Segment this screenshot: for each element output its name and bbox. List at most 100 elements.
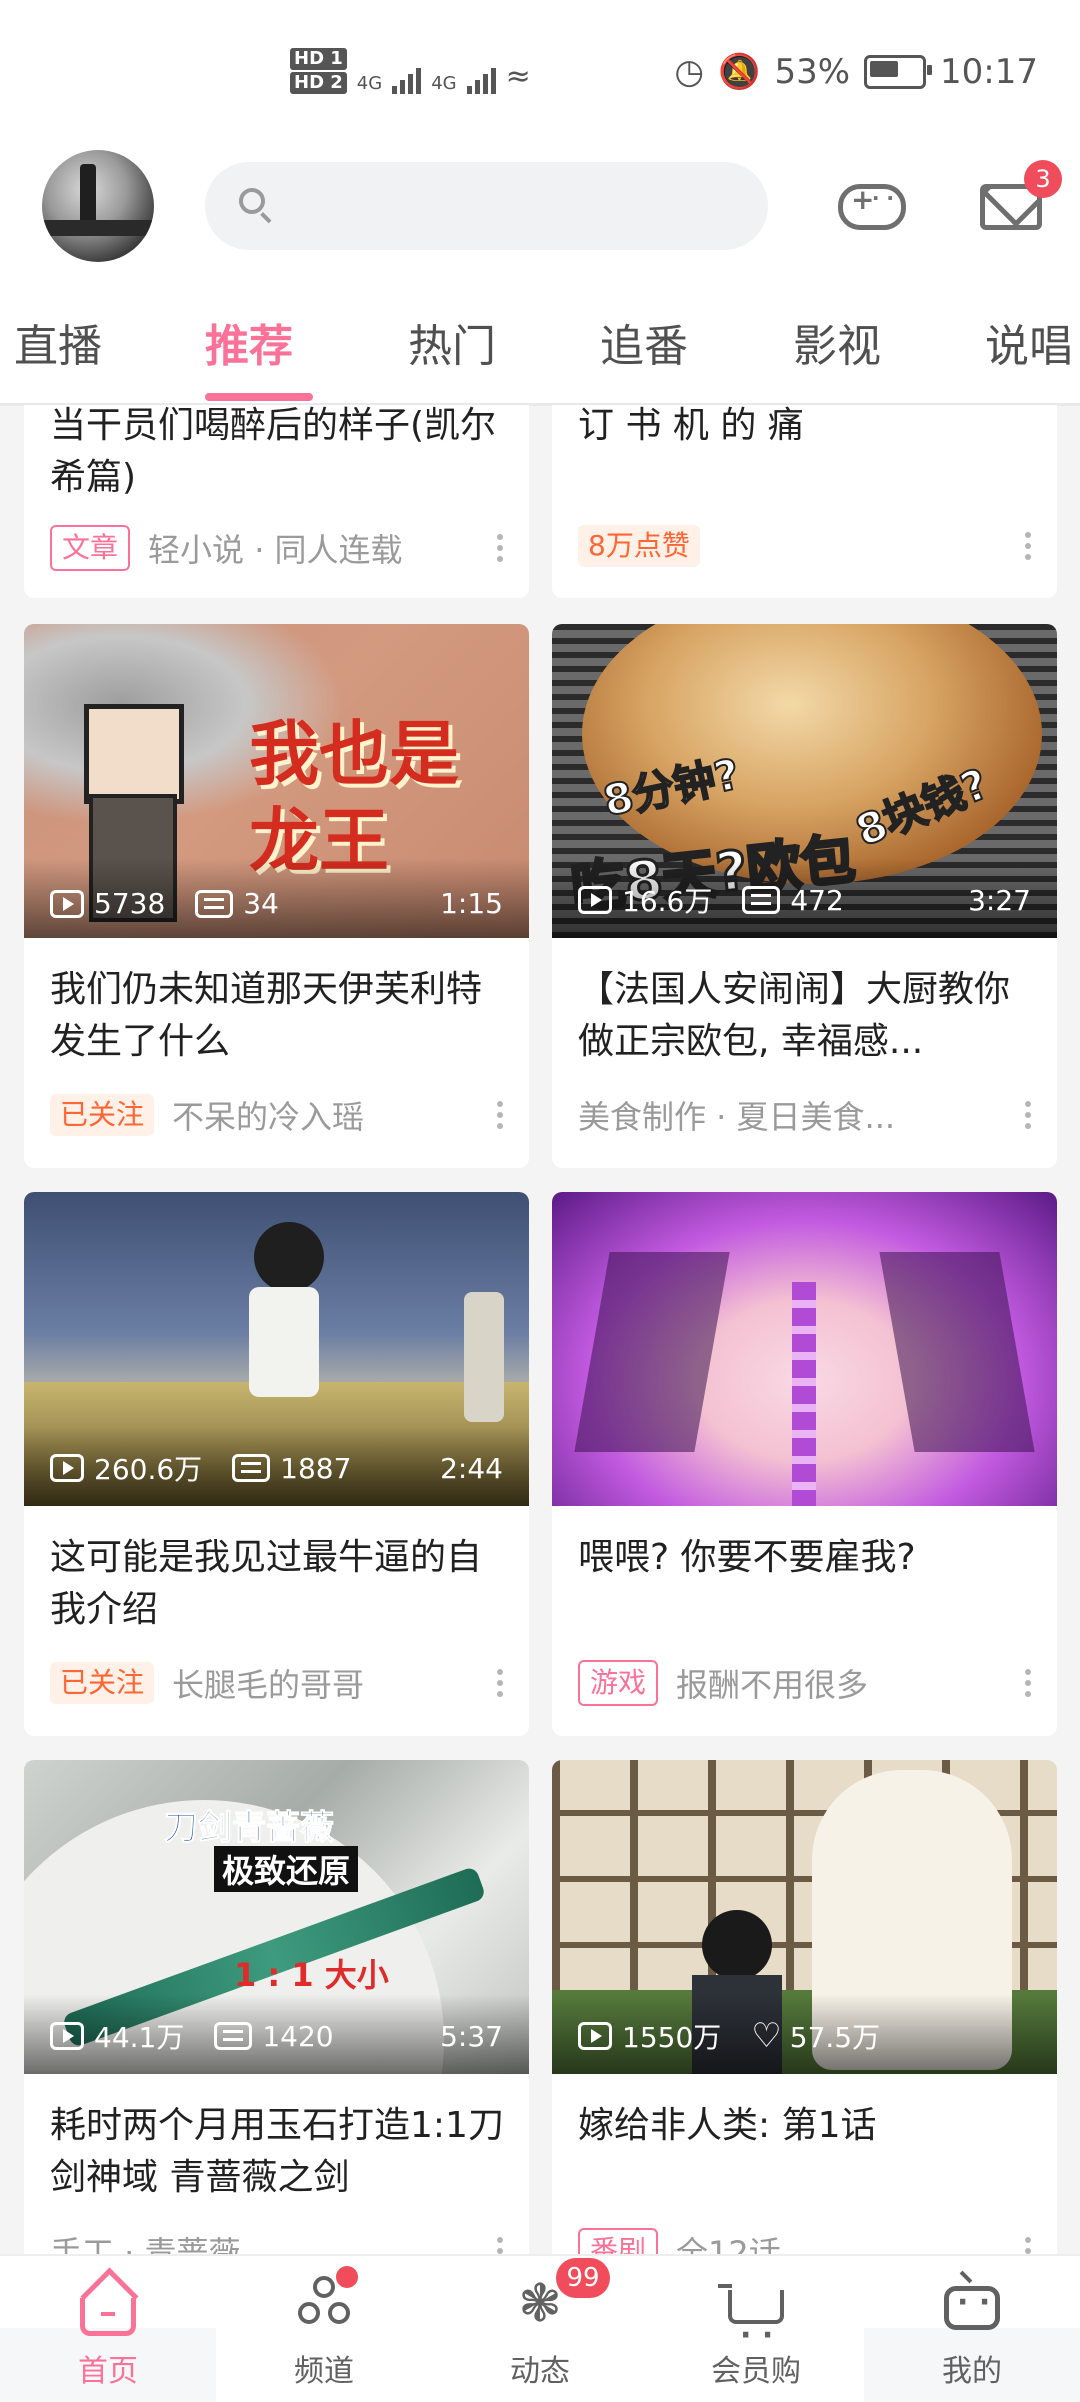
alarm-icon: ◷: [674, 52, 705, 92]
status-bar: HD 1 HD 2 4G 4G ≈ ◷ 🔕 53% 10:17: [0, 0, 1080, 150]
nav-dynamic[interactable]: ❃ 动态: [432, 2256, 648, 2402]
gamepad-icon[interactable]: [838, 183, 906, 230]
play-count-icon: [50, 889, 84, 918]
danmaku-count: 1887: [280, 1451, 352, 1485]
likes-tag: 8万点赞: [578, 525, 700, 567]
video-duration: 5:37: [440, 2019, 503, 2053]
app-header: 3 直播 推荐 热门 追番 影视 说唱: [0, 150, 1080, 405]
card-meta: 美食制作 · 夏日美食...: [578, 1092, 1031, 1138]
video-stats: 44.1万 1420 5:37: [50, 2016, 503, 2056]
nav-home-label: 首页: [78, 2354, 138, 2389]
view-count: 5738: [94, 887, 166, 920]
tab-rap[interactable]: 说唱: [985, 310, 1073, 374]
tab-hot[interactable]: 热门: [408, 310, 496, 374]
danmaku-icon: [232, 1454, 271, 1482]
video-thumbnail: 刀剑青蔷薇 极致还原 1 : 1 大小 44.1万 1420 5:37: [24, 1760, 529, 2074]
nav-vip-shop[interactable]: 会员购: [648, 2256, 864, 2402]
card-title: 【法国人安闹闹】大厨教你做正宗欧包, 幸福感...: [578, 969, 1011, 1062]
tab-live[interactable]: 直播: [14, 310, 102, 374]
play-count-icon: [578, 886, 612, 914]
network-type-2: 4G: [431, 73, 457, 94]
nav-mine-label: 我的: [942, 2354, 1002, 2389]
nav-home[interactable]: 首页: [0, 2256, 216, 2402]
video-card[interactable]: 刀剑青蔷薇 极致还原 1 : 1 大小 44.1万 1420 5:37 耗时两个…: [24, 1760, 529, 2280]
signal-icon: [466, 68, 496, 94]
dynamic-badge: 99: [556, 2258, 610, 2298]
tab-anime[interactable]: 追番: [600, 310, 688, 374]
card-title: 这可能是我见过最牛逼的自我介绍: [50, 1537, 483, 1630]
more-options-icon[interactable]: [497, 1669, 503, 1697]
nav-channels-label: 频道: [294, 2354, 354, 2389]
type-tag: 文章: [50, 525, 131, 571]
video-card[interactable]: 8分钟? 8块钱? 吃8天?欧包 16.6万 472 3:27 【法国人安闹闹】…: [552, 624, 1057, 1168]
more-options-icon[interactable]: [497, 1101, 503, 1129]
type-tag: 游戏: [578, 1660, 659, 1706]
video-card[interactable]: 我也是 龙王 5738 34 1:15 我们仍未知道那天伊芙利特发生了什么 已关…: [24, 624, 529, 1168]
search-icon: [239, 188, 265, 214]
tab-recommend[interactable]: 推荐: [205, 310, 293, 374]
channels-notification-dot: [336, 2266, 358, 2288]
feed-card[interactable]: 订 书 机 的 痛 8万点赞: [552, 405, 1057, 598]
card-author: 长腿毛的哥哥: [172, 1666, 365, 1704]
nav-channels[interactable]: 频道: [216, 2256, 432, 2402]
status-right: ◷ 🔕 53% 10:17: [674, 52, 1038, 92]
more-options-icon[interactable]: [1025, 1669, 1031, 1697]
avatar[interactable]: [42, 150, 154, 262]
card-author: 不呆的冷入瑶: [172, 1098, 365, 1136]
category-tabs: 直播 推荐 热门 追番 影视 说唱: [0, 310, 1080, 405]
feed-card[interactable]: 当干员们喝醉后的样子(凯尔希篇) 文章 轻小说 · 同人连载: [24, 405, 529, 598]
card-meta: 游戏 报酬不用很多: [578, 1660, 1031, 1706]
card-title: 耗时两个月用玉石打造1:1刀剑神域 青蔷薇之剑: [50, 2105, 504, 2198]
cart-icon: [718, 2284, 784, 2353]
video-duration: 1:15: [440, 887, 503, 920]
followed-tag: 已关注: [50, 1662, 155, 1704]
clock: 10:17: [940, 52, 1038, 92]
danmaku-count: 1420: [262, 2019, 334, 2053]
game-thumbnail: [552, 1192, 1057, 1506]
video-stats: 5738 34 1:15: [50, 887, 503, 920]
card-title: 订 书 机 的 痛: [578, 405, 804, 446]
play-count-icon: [578, 2022, 612, 2050]
active-tab-indicator: [205, 393, 313, 401]
more-options-icon[interactable]: [497, 534, 503, 562]
video-card[interactable]: 260.6万 1887 2:44 这可能是我见过最牛逼的自我介绍 已关注 长腿毛…: [24, 1192, 529, 1736]
video-duration: 2:44: [440, 1451, 503, 1485]
video-thumbnail: 8分钟? 8块钱? 吃8天?欧包 16.6万 472 3:27: [552, 624, 1057, 938]
heart-icon: ♡: [751, 2016, 782, 2056]
view-count: 44.1万: [94, 2021, 185, 2054]
view-count: 16.6万: [622, 885, 713, 918]
danmaku-icon: [195, 889, 234, 918]
nav-mine[interactable]: 我的: [864, 2256, 1080, 2402]
thumbnail-caption: 刀剑青蔷薇: [164, 1808, 335, 1849]
card-title: 嫁给非人类: 第1话: [578, 2105, 877, 2146]
danmaku-count: 34: [243, 887, 279, 920]
card-meta: 文章 轻小说 · 同人连载: [50, 525, 503, 571]
danmaku-icon: [214, 2022, 253, 2050]
video-thumbnail: 我也是 龙王 5738 34 1:15: [24, 624, 529, 938]
view-count: 260.6万: [94, 1453, 203, 1486]
video-duration: 3:27: [968, 883, 1031, 917]
bangumi-card[interactable]: 1550万 ♡ 57.5万 嫁给非人类: 第1话 番剧 全12话: [552, 1760, 1057, 2280]
more-options-icon[interactable]: [1025, 532, 1031, 560]
thumbnail-caption: 极致还原: [214, 1846, 359, 1892]
thumbnail-caption: 1 : 1 大小: [234, 1956, 389, 1994]
bottom-navigation: 首页 频道 ❃ 动态 99 会员购 我的: [0, 2254, 1080, 2402]
signal-icon: [392, 68, 422, 94]
game-card[interactable]: 喂喂? 你要不要雇我? 游戏 报酬不用很多: [552, 1192, 1057, 1736]
network-indicators: HD 1 HD 2 4G 4G ≈: [290, 48, 531, 94]
mail-badge: 3: [1024, 160, 1062, 198]
tab-movies[interactable]: 影视: [793, 310, 881, 374]
like-count: 57.5万: [789, 2021, 881, 2054]
tv-icon: [944, 2285, 1000, 2330]
card-source: 美食制作 · 夏日美食...: [578, 1098, 896, 1136]
video-stats: 260.6万 1887 2:44: [50, 1448, 503, 1488]
nav-dynamic-label: 动态: [510, 2354, 570, 2389]
card-meta: 8万点赞: [578, 525, 1031, 567]
search-input[interactable]: [205, 162, 768, 250]
battery-percent: 53%: [774, 52, 851, 92]
more-options-icon[interactable]: [1025, 1101, 1031, 1129]
danmaku-count: 472: [790, 883, 844, 917]
video-stats: 16.6万 472 3:27: [578, 880, 1031, 920]
card-title: 喂喂? 你要不要雇我?: [578, 1537, 916, 1578]
home-icon: [80, 2298, 136, 2336]
